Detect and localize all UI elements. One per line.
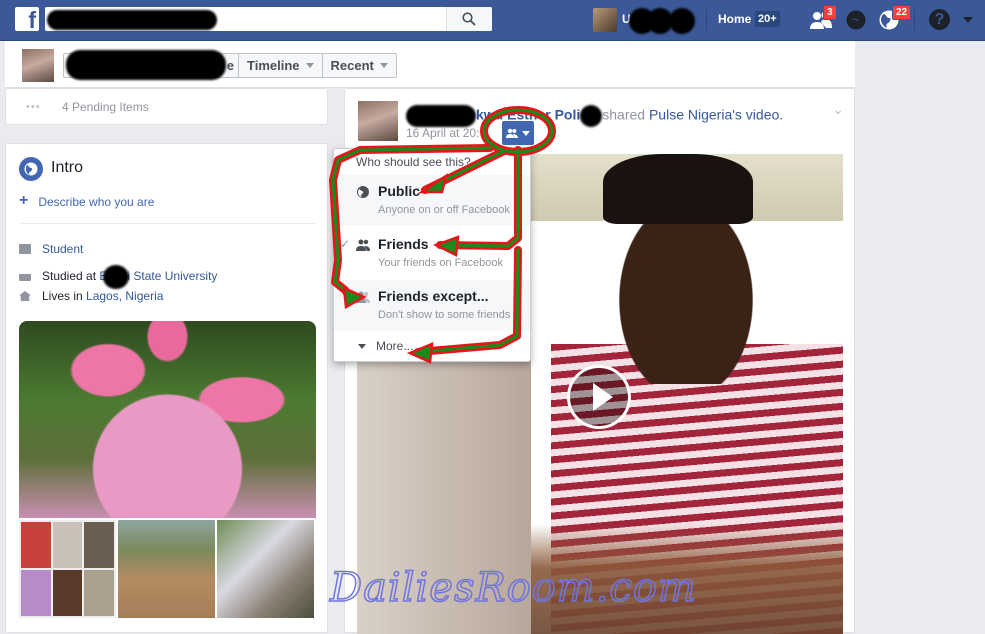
audience-option-public[interactable]: Public Anyone on or off Facebook bbox=[334, 175, 530, 226]
intro-education-row: Studied at Eyi State University bbox=[19, 265, 217, 289]
search-button[interactable] bbox=[446, 7, 492, 31]
facebook-logo[interactable]: f bbox=[15, 7, 39, 33]
more-label: More... bbox=[376, 339, 414, 353]
school-name-end: yi State University bbox=[121, 269, 218, 284]
chevron-down-icon bbox=[522, 130, 530, 136]
friends-icon bbox=[356, 239, 370, 251]
post-timestamp[interactable]: 16 April at 20: bbox=[406, 126, 479, 140]
describe-label: Describe who you are bbox=[38, 195, 155, 209]
featured-photo-cake[interactable] bbox=[19, 321, 316, 518]
location-link[interactable]: Lagos, Nigeria bbox=[86, 289, 163, 303]
profile-name-tab[interactable]: e bbox=[64, 50, 239, 80]
featured-photo-collage[interactable] bbox=[19, 520, 116, 618]
profile-header-strip: e Timeline Recent bbox=[5, 41, 855, 88]
intro-work-row: Student bbox=[19, 242, 83, 256]
post-header: kwu Esther Poli shared Pulse Nigeria's vi… bbox=[406, 105, 783, 127]
audience-option-friends-except[interactable]: Friends except... Don't show to some fri… bbox=[334, 280, 530, 331]
shared-page-link[interactable]: Pulse Nigeria bbox=[649, 107, 732, 123]
right-gutter bbox=[855, 41, 985, 632]
friends-icon bbox=[506, 128, 518, 138]
plus-icon: + bbox=[19, 192, 29, 209]
divider bbox=[914, 10, 915, 30]
option-subtitle: Don't show to some friends bbox=[378, 309, 511, 321]
studied-prefix: Studied at bbox=[42, 269, 97, 284]
audience-selector-button[interactable] bbox=[502, 121, 534, 145]
option-title: Friends bbox=[378, 236, 429, 252]
tab-timeline-label: Timeline bbox=[247, 58, 300, 73]
facebook-logo-glyph: f bbox=[28, 7, 36, 33]
globe-icon bbox=[357, 186, 369, 198]
messages-button[interactable] bbox=[845, 9, 869, 31]
redaction-mark bbox=[580, 105, 603, 127]
search-icon bbox=[462, 12, 476, 26]
profile-thumbnail[interactable] bbox=[22, 49, 54, 82]
intro-title: Intro bbox=[51, 159, 84, 176]
intro-location-row: Lives in Lagos, Nigeria bbox=[19, 289, 163, 303]
friend-requests-button[interactable]: 3 bbox=[809, 5, 837, 31]
tab-recent[interactable]: Recent bbox=[323, 54, 396, 77]
home-count-badge: 20+ bbox=[755, 11, 780, 27]
option-title: Friends except... bbox=[378, 288, 489, 304]
audience-dropdown-menu: Who should see this? Public Anyone on or… bbox=[333, 148, 531, 362]
audience-menu-header: Who should see this? bbox=[356, 155, 471, 169]
featured-photos bbox=[19, 321, 316, 618]
chevron-down-icon bbox=[305, 63, 314, 68]
divider bbox=[19, 223, 317, 224]
post-author-avatar[interactable] bbox=[358, 101, 398, 141]
shared-suffix: 's video. bbox=[732, 106, 784, 123]
option-subtitle: Your friends on Facebook bbox=[378, 257, 503, 269]
lives-in-text: Lives in Lagos, Nigeria bbox=[42, 289, 163, 303]
divider bbox=[706, 10, 707, 30]
featured-photo-group[interactable] bbox=[217, 520, 314, 618]
pending-items-card[interactable]: ••• 4 Pending Items bbox=[5, 88, 328, 125]
author-name-part: Poli bbox=[554, 106, 581, 123]
watermark: DailiesRoom.com bbox=[329, 564, 697, 612]
play-button[interactable] bbox=[567, 365, 631, 429]
graduation-cap-icon bbox=[19, 273, 31, 281]
tab-recent-label: Recent bbox=[330, 58, 374, 73]
notifications-button[interactable]: 22 bbox=[878, 5, 912, 31]
redacted-author-name bbox=[406, 105, 476, 127]
home-link[interactable]: Home bbox=[718, 12, 751, 26]
play-icon bbox=[593, 383, 613, 411]
profile-name-tail: e bbox=[226, 58, 234, 73]
friend-requests-badge: 3 bbox=[823, 5, 837, 20]
post-options-chevron-icon[interactable]: ⌄ bbox=[832, 101, 844, 118]
help-button[interactable]: ? bbox=[929, 9, 950, 30]
redacted-profile-name bbox=[66, 50, 226, 80]
school-link[interactable]: Eyi State University bbox=[99, 265, 218, 289]
describe-who-you-are-link[interactable]: + Describe who you are bbox=[19, 192, 155, 210]
intro-card: Intro + Describe who you are Student Stu… bbox=[5, 143, 328, 633]
notifications-badge: 22 bbox=[892, 5, 912, 20]
account-menu-caret-icon[interactable] bbox=[963, 17, 973, 23]
pending-items-label[interactable]: 4 Pending Items bbox=[62, 100, 149, 114]
redacted-profile-name bbox=[625, 8, 697, 34]
profile-avatar[interactable] bbox=[593, 8, 617, 32]
checkmark-icon: ✓ bbox=[340, 237, 351, 251]
search-input[interactable] bbox=[45, 7, 492, 31]
option-subtitle: Anyone on or off Facebook bbox=[378, 204, 510, 216]
post-action-text: shared bbox=[602, 106, 646, 123]
redacted-search-text bbox=[47, 10, 217, 30]
tab-timeline[interactable]: Timeline bbox=[239, 54, 323, 77]
studied-at-text: Studied at Eyi State University bbox=[42, 265, 217, 289]
globe-icon bbox=[19, 157, 43, 181]
home-icon bbox=[19, 291, 31, 301]
more-dots-icon: ••• bbox=[26, 101, 41, 113]
lives-prefix: Lives in bbox=[42, 289, 83, 303]
friends-except-icon bbox=[356, 291, 370, 303]
featured-photo-person[interactable] bbox=[118, 520, 215, 618]
work-link[interactable]: Student bbox=[42, 242, 83, 256]
audience-more-button[interactable]: More... bbox=[358, 339, 413, 353]
redaction-mark bbox=[103, 265, 130, 289]
audience-option-friends[interactable]: ✓ Friends Your friends on Facebook bbox=[334, 228, 530, 279]
video-hair bbox=[603, 154, 753, 224]
messenger-icon bbox=[846, 10, 866, 30]
profile-tabs: e Timeline Recent bbox=[63, 50, 397, 80]
chevron-down-icon bbox=[379, 63, 388, 68]
chevron-down-icon bbox=[358, 343, 366, 349]
top-navigation-bar: f U Home 20+ 3 22 ? bbox=[0, 0, 985, 41]
briefcase-icon bbox=[19, 244, 31, 254]
option-title: Public bbox=[378, 183, 421, 199]
